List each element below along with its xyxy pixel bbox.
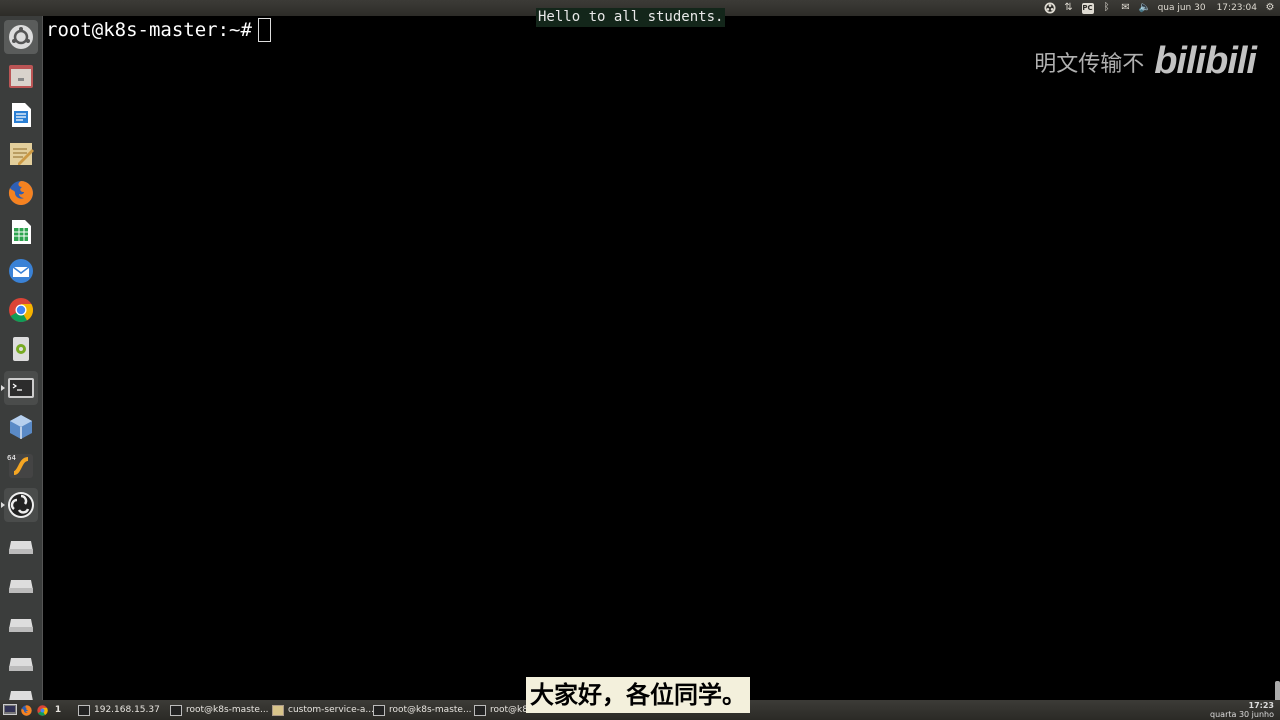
session-gear-icon[interactable]: ⚙ (1264, 2, 1276, 14)
watermark: 明文传输不 bilibili (1034, 40, 1257, 83)
terminal-icon (170, 704, 182, 716)
taskbar-task-label: custom-service-a... (288, 705, 373, 715)
bilibili-logo: bilibili (1154, 40, 1257, 82)
chrome-quicklaunch-icon[interactable] (35, 703, 49, 717)
terminal-prompt-line: root@k8s-master:~# (46, 16, 271, 44)
taskbar-task[interactable]: root@k8s-maste... (167, 702, 271, 718)
remote-icon (78, 704, 90, 716)
terminal-cursor (257, 18, 271, 42)
launcher-sublime-icon[interactable]: 64 (4, 449, 38, 483)
running-indicator (1, 502, 5, 508)
launcher-chrome-icon[interactable] (4, 293, 38, 327)
running-indicator (1, 385, 5, 391)
launcher-dash-icon[interactable] (4, 20, 38, 54)
panel-date[interactable]: qua jun 30 (1158, 3, 1206, 13)
taskbar-task-label: 192.168.15.37 (94, 705, 160, 715)
terminal-icon (474, 704, 486, 716)
obs-icon[interactable] (1044, 2, 1056, 14)
subtitle-chinese: 大家好，各位同学。 (526, 677, 750, 713)
launcher-mail-icon[interactable] (4, 254, 38, 288)
terminal-window[interactable]: root@k8s-master:~# 明文传输不 bilibili (43, 16, 1280, 705)
watermark-text: 明文传输不 (1034, 51, 1145, 77)
taskbar-clock-date: quarta 30 junho (1210, 710, 1274, 719)
launcher-text-editor-icon[interactable] (4, 137, 38, 171)
taskbar-clock-time: 17:23 (1248, 701, 1274, 710)
launcher-drive-icon[interactable] (4, 680, 38, 700)
system-tray: ⇅ PC ᛒ ✉ 🔈 qua jun 30 17:23:04 ⚙ (1044, 0, 1276, 16)
volume-icon[interactable]: 🔈 (1139, 2, 1151, 14)
taskbar-task-label: root@k8s-maste... (389, 705, 472, 715)
taskbar-task[interactable]: custom-service-a... (269, 702, 373, 718)
show-desktop-icon[interactable] (3, 703, 17, 717)
text-editor-icon (272, 704, 284, 716)
panel-time[interactable]: 17:23:04 (1217, 3, 1257, 13)
taskbar-task-label: root@k8s-maste... (186, 705, 269, 715)
bluetooth-icon[interactable]: ᛒ (1101, 2, 1113, 14)
taskbar-clock[interactable]: 17:23 quarta 30 junho (1210, 701, 1274, 719)
launcher-obs-icon[interactable] (1, 488, 38, 522)
launcher: 64 (0, 16, 43, 700)
launcher-calc-icon[interactable] (4, 215, 38, 249)
network-icon[interactable]: ⇅ (1063, 2, 1075, 14)
taskbar-task[interactable]: root@k8s-maste... (370, 702, 474, 718)
workspace-switcher[interactable]: 1 (51, 703, 65, 717)
terminal-icon (373, 704, 385, 716)
launcher-drive-icon[interactable] (4, 566, 38, 600)
launcher-drive-icon[interactable] (4, 644, 38, 678)
firefox-quicklaunch-icon[interactable] (19, 703, 33, 717)
mail-icon[interactable]: ✉ (1120, 2, 1132, 14)
pc-indicator-icon[interactable]: PC (1081, 2, 1094, 14)
launcher-disk-icon[interactable] (4, 332, 38, 366)
launcher-writer-icon[interactable] (4, 98, 38, 132)
taskbar-task[interactable]: 192.168.15.37 (75, 702, 169, 718)
launcher-virtualbox-icon[interactable] (4, 410, 38, 444)
launcher-files-icon[interactable] (4, 59, 38, 93)
launcher-firefox-icon[interactable] (4, 176, 38, 210)
launcher-drive-icon[interactable] (4, 527, 38, 561)
launcher-terminal-icon[interactable] (1, 371, 38, 405)
subtitle-english: Hello to all students. (536, 8, 726, 27)
terminal-prompt: root@k8s-master:~# (46, 19, 252, 41)
launcher-drive-icon[interactable] (4, 605, 38, 639)
badge-64: 64 (7, 454, 16, 462)
